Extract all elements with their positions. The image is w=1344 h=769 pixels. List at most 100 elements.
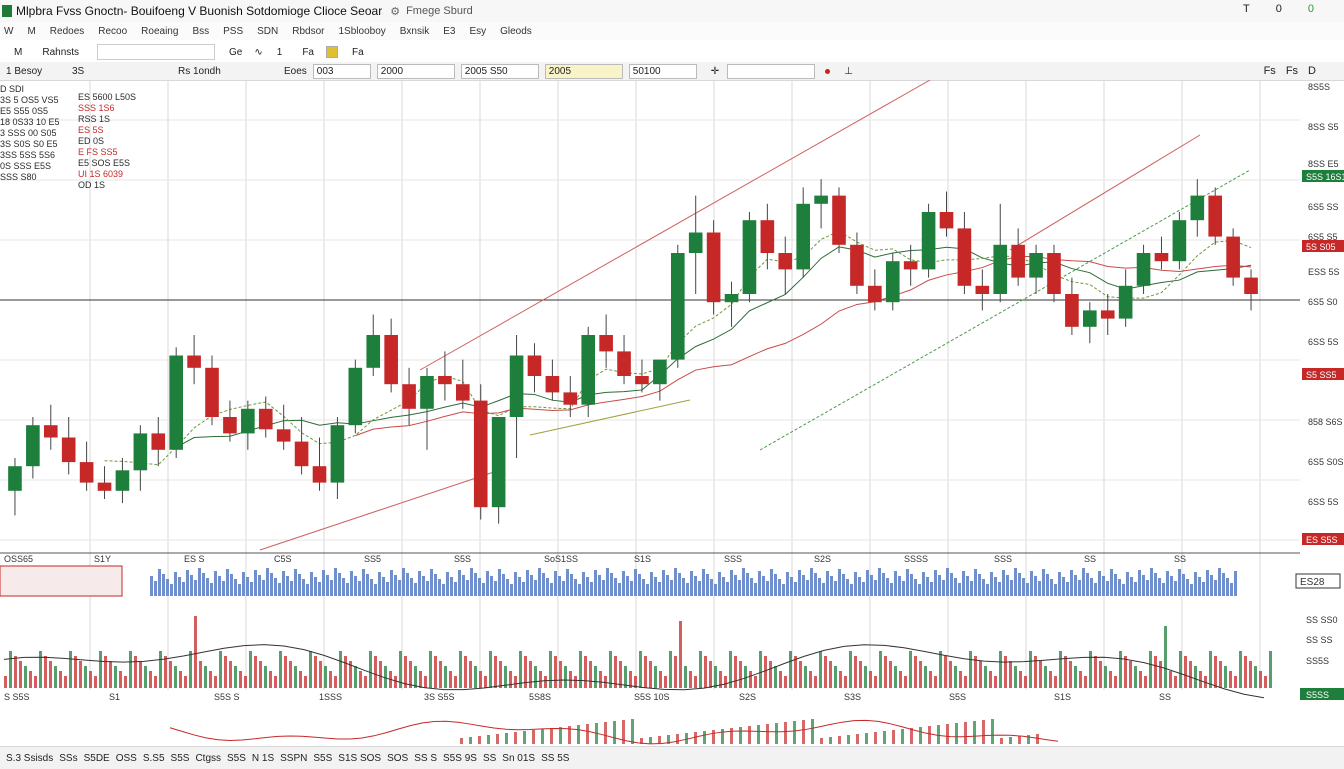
oscillator-bar [1194,666,1197,688]
volume-bar [818,578,821,596]
oscillator-bar [1124,656,1127,688]
volume-bar [1042,569,1045,596]
oscillator-bar [444,666,447,688]
volume-bar [578,584,581,596]
crosshair-icon[interactable]: ✛ [711,66,719,77]
candle-body [1047,253,1061,294]
menu-item[interactable]: Esy [469,26,486,37]
menu-item[interactable]: W [4,26,13,37]
volume-bar [966,576,969,596]
minimize-button[interactable]: T [1243,3,1250,15]
candle-body [957,228,972,286]
mode-label[interactable]: Rs 1ondh [178,66,278,77]
record-icon[interactable] [825,68,831,74]
field-50100[interactable]: 50100 [628,63,697,79]
time-axis-label: ES S [184,554,205,564]
field-003[interactable]: 003 [312,63,371,79]
toolbar-button-m[interactable]: M [8,47,28,58]
oscillator-bar [359,671,362,688]
price-axis-label: 6SS 5S [1308,337,1339,347]
toolbar-button-fa[interactable]: Fa [296,47,320,58]
volume-bar [1138,570,1141,596]
oscillator-bar [284,656,287,688]
settings-icon[interactable]: ⚙ [390,5,400,18]
menu-item[interactable]: Bxnsik [400,26,429,37]
oscillator-bar [779,671,782,688]
menu-item[interactable]: SDN [257,26,278,37]
menu-item[interactable]: Rbdsor [292,26,324,37]
volume-bar [526,570,529,596]
pin-icon[interactable]: ⊥ [844,66,853,77]
volume-bar [790,577,793,596]
menu-item[interactable]: Bss [192,26,209,37]
candle-body [456,384,470,401]
menu-item[interactable]: M [27,26,35,37]
oscillator-bar [564,666,567,688]
timeframe-label[interactable]: 3S [72,66,172,77]
volume-bar [694,576,697,596]
oscillator-bar [549,651,552,688]
oscillator-bar [14,656,17,688]
oscillator-bar [589,661,592,688]
lower-bar [505,733,508,744]
right-icon-1[interactable]: Fs [1264,62,1276,80]
info-text-left: E5 S55 0S5 [0,106,48,116]
right-icon-3[interactable]: D [1308,62,1316,80]
chart-canvas[interactable]: D SDI3S 5 OS5 VS5E5 S55 0S518 0S33 10 E5… [0,80,1344,746]
oscillator-axis-text: S1 [109,692,120,702]
oscillator-bar [354,666,357,688]
oscillator-bar [1099,661,1102,688]
menu-item[interactable]: Gleods [500,26,532,37]
color-swatch-icon[interactable] [326,46,338,58]
toolbar-button-ge[interactable]: Ge [223,47,248,58]
volume-bar [226,569,229,596]
time-axis-label: SS5 [364,554,381,564]
right-icon-2[interactable]: Fs [1286,62,1298,80]
menu-item[interactable]: Redoes [50,26,84,37]
type-label[interactable]: Eoes [284,66,307,77]
volume-bar [250,582,253,596]
lower-bar [667,735,670,744]
toolbar-button-rahnsts[interactable]: Rahnsts [36,47,85,58]
oscillator-bar [1104,666,1107,688]
oscillator-bar [479,671,482,688]
close-button[interactable]: 0 [1308,3,1314,15]
price-tag-label: 5S S05 [1306,242,1336,252]
title-link[interactable]: Fmege Sburd [406,5,473,17]
volume-bar [678,573,681,596]
menu-item[interactable]: Recoo [98,26,127,37]
drawing-tools-field[interactable] [727,63,816,79]
menu-item[interactable]: PSS [223,26,243,37]
price-tag-label: S5S 16S1 [1306,172,1344,182]
menu-item[interactable]: Roeaing [141,26,178,37]
volume-bar [150,576,153,596]
symbol-search-input[interactable] [97,44,216,60]
volume-bar [1210,575,1213,596]
oscillator-axis-text: 3S S5S [424,692,455,702]
field-2005[interactable]: 2005 [544,63,623,79]
field-2005-s50[interactable]: 2005 S50 [460,63,539,79]
oscillator-bar [439,661,442,688]
menu-item[interactable]: 1Sblooboy [339,26,386,37]
volume-bar [158,569,161,596]
field-2000[interactable]: 2000 [376,63,455,79]
lower-bar [1036,734,1039,744]
symbol-label[interactable]: 1 Besoy [6,66,66,77]
lower-bar [658,736,661,744]
lower-bar [622,720,625,744]
candle-body [1011,244,1025,278]
lower-bar [847,735,850,744]
menu-item[interactable]: E3 [443,26,455,37]
candle-body [1065,294,1079,327]
volume-bar [550,583,553,596]
toolbar-button-fa2[interactable]: Fa [346,47,370,58]
maximize-button[interactable]: 0 [1276,3,1282,15]
oscillator-bar [709,661,712,688]
line-tool-icon[interactable]: ∿ [254,47,262,58]
oscillator-bar [769,661,772,688]
toolbar-button-1[interactable]: 1 [271,47,289,58]
volume-bar [1010,580,1013,596]
oscillator-bar [1254,666,1257,688]
volume-bar [238,584,241,596]
volume-bar [754,583,757,596]
